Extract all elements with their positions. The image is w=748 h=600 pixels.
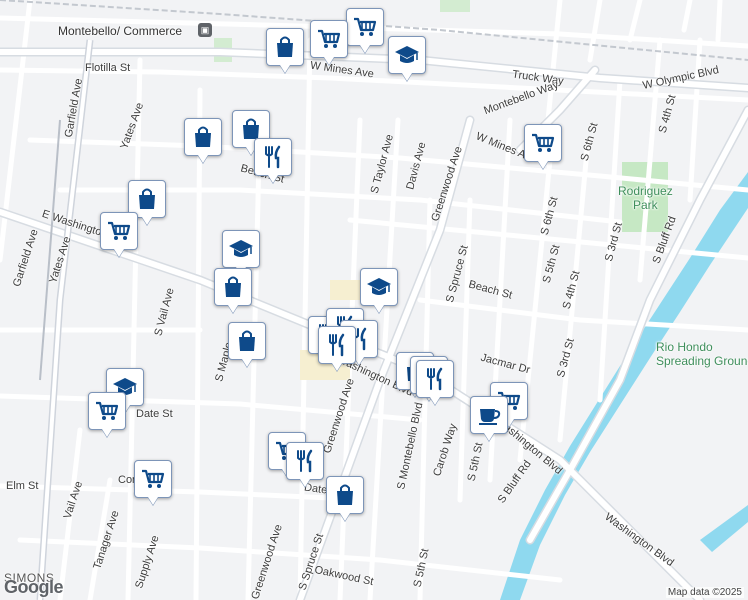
shopping-pin[interactable]: [266, 28, 304, 66]
restaurant-icon: [324, 332, 350, 358]
flotilla-st-label: Flotilla St: [85, 62, 131, 74]
restaurant-pin[interactable]: [254, 138, 292, 176]
map-canvas[interactable]: Montebello/ Commerce ▣ Flotilla St W Min…: [0, 0, 748, 600]
grocery-pin[interactable]: [134, 460, 172, 498]
shopping-icon: [134, 186, 160, 212]
shopping-pin[interactable]: [214, 268, 252, 306]
school-icon: [394, 42, 420, 68]
station-label: Montebello/ Commerce: [58, 24, 183, 38]
grocery-pin[interactable]: [88, 392, 126, 430]
school-icon: [366, 274, 392, 300]
grocery-pin[interactable]: [100, 212, 138, 250]
restaurant-icon: [292, 448, 318, 474]
grocery-pin[interactable]: [346, 8, 384, 46]
cafe-pin[interactable]: [470, 396, 508, 434]
grocery-icon: [530, 130, 556, 156]
map-attribution[interactable]: Map data ©2025: [665, 587, 744, 598]
grocery-icon: [94, 398, 120, 424]
restaurant-pin[interactable]: [416, 360, 454, 398]
shopping-icon: [220, 274, 246, 300]
shopping-icon: [332, 482, 358, 508]
date-st-left-label: Date St: [136, 408, 173, 420]
transit-icon: ▣: [198, 23, 212, 37]
grocery-icon: [106, 218, 132, 244]
rio-hondo-label: Rio Hondo Spreading Grounds: [656, 340, 748, 368]
shopping-icon: [272, 34, 298, 60]
shopping-pin[interactable]: [184, 118, 222, 156]
shopping-pin[interactable]: [326, 476, 364, 514]
rodriguez-park-label: Rodriguez Park: [618, 184, 673, 212]
shopping-pin[interactable]: [228, 322, 266, 360]
grocery-pin[interactable]: [524, 124, 562, 162]
grocery-icon: [316, 26, 342, 52]
elm-st-label: Elm St: [6, 480, 39, 492]
grocery-icon: [140, 466, 166, 492]
restaurant-icon: [260, 144, 286, 170]
shopping-icon: [190, 124, 216, 150]
cafe-icon: [476, 402, 502, 428]
restaurant-pin[interactable]: [318, 326, 356, 364]
school-pin[interactable]: [360, 268, 398, 306]
school-pin[interactable]: [388, 36, 426, 74]
school-pin[interactable]: [222, 230, 260, 268]
google-logo: Google: [4, 577, 64, 597]
restaurant-pin[interactable]: [286, 442, 324, 480]
shopping-icon: [234, 328, 260, 354]
school-icon: [228, 236, 254, 262]
grocery-pin[interactable]: [310, 20, 348, 58]
restaurant-icon: [422, 366, 448, 392]
grocery-icon: [352, 14, 378, 40]
